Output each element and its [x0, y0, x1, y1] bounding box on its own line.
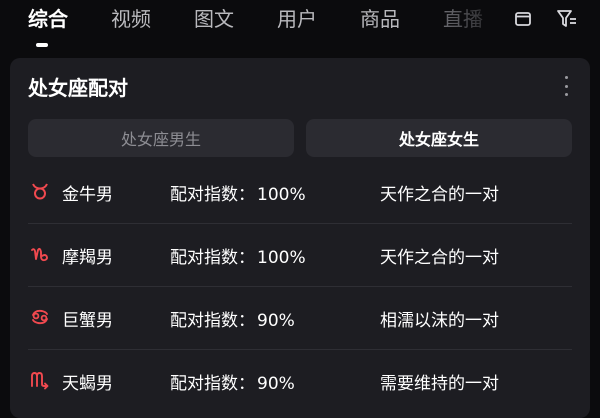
- scorpio-icon: [30, 370, 50, 390]
- match-description: 天作之合的一对: [380, 185, 499, 205]
- more-options-icon[interactable]: [558, 74, 574, 98]
- active-tab-indicator: [36, 43, 48, 47]
- search-category-tabs: 综合 视频 图文 用户 商品 直播: [28, 4, 526, 34]
- list-item[interactable]: 巨蟹男 配对指数： 90% 相濡以沫的一对: [28, 287, 572, 350]
- match-index: 配对指数： 100%: [170, 185, 306, 205]
- sign-name: 天蝎男: [62, 374, 113, 394]
- window-icon[interactable]: [510, 6, 536, 32]
- top-navigation-bar: 综合 视频 图文 用户 商品 直播: [0, 0, 600, 52]
- match-index: 配对指数： 90%: [170, 311, 295, 331]
- sign-name: 巨蟹男: [62, 311, 113, 331]
- card-title: 处女座配对: [28, 76, 128, 100]
- list-item[interactable]: 摩羯男 配对指数： 100% 天作之合的一对: [28, 224, 572, 287]
- virgo-male-toggle[interactable]: 处女座男生: [28, 119, 294, 157]
- match-description: 需要维持的一对: [380, 374, 499, 394]
- match-description: 天作之合的一对: [380, 248, 499, 268]
- filter-icon[interactable]: [554, 6, 580, 32]
- tab-live[interactable]: 直播: [443, 4, 483, 34]
- tab-image-text[interactable]: 图文: [194, 4, 234, 34]
- tab-products[interactable]: 商品: [360, 4, 400, 34]
- taurus-icon: [30, 181, 50, 201]
- match-index: 配对指数： 90%: [170, 374, 295, 394]
- virgo-female-toggle[interactable]: 处女座女生: [306, 119, 572, 157]
- match-index: 配对指数： 100%: [170, 248, 306, 268]
- match-description: 相濡以沫的一对: [380, 311, 499, 331]
- top-actions: [510, 6, 580, 32]
- cancer-icon: [30, 307, 50, 327]
- tab-video[interactable]: 视频: [111, 4, 151, 34]
- list-item[interactable]: 金牛男 配对指数： 100% 天作之合的一对: [28, 161, 572, 224]
- list-item[interactable]: 天蝎男 配对指数： 90% 需要维持的一对: [28, 350, 572, 412]
- capricorn-icon: [30, 244, 50, 264]
- tab-comprehensive[interactable]: 综合: [28, 4, 68, 34]
- sign-name: 金牛男: [62, 185, 113, 205]
- virgo-match-card: 处女座配对 处女座男生 处女座女生 金牛男 配对指数： 100% 天作之合的一对 …: [10, 58, 590, 418]
- tab-users[interactable]: 用户: [277, 4, 317, 34]
- match-list: 金牛男 配对指数： 100% 天作之合的一对 摩羯男 配对指数： 100% 天作之合…: [28, 161, 572, 412]
- sign-name: 摩羯男: [62, 248, 113, 268]
